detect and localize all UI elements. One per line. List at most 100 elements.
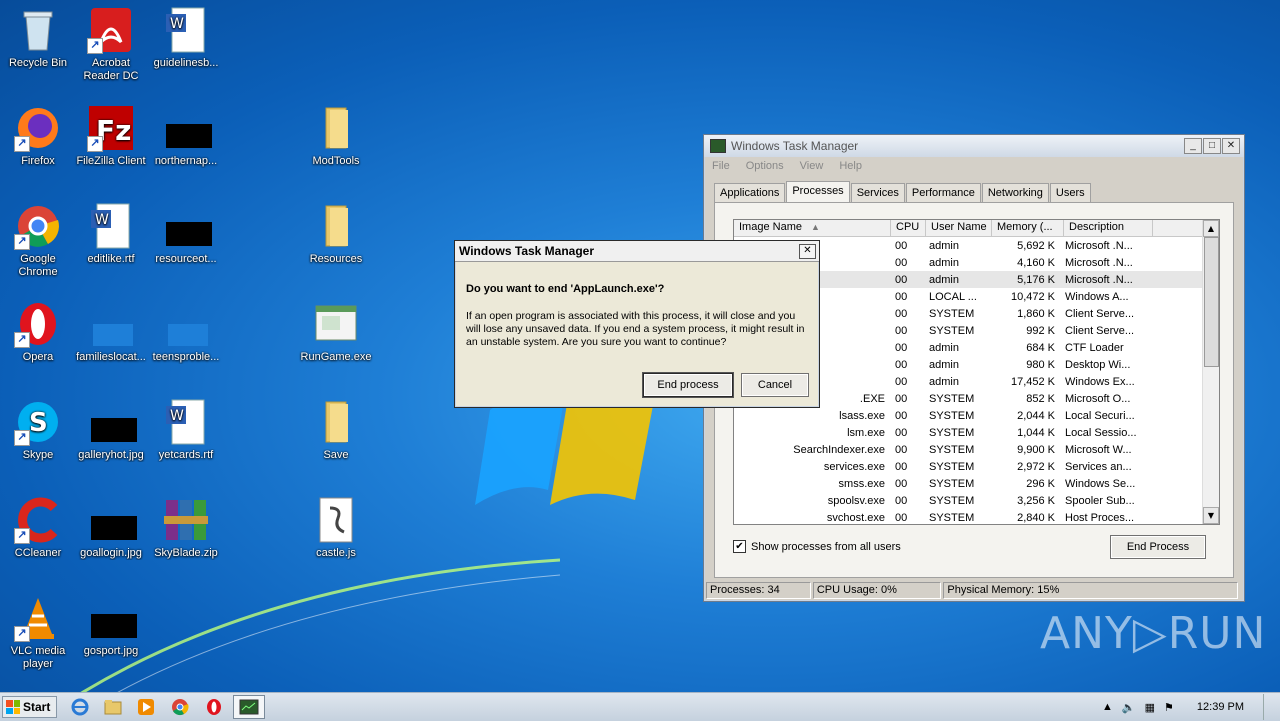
skype-icon: S ↗ bbox=[14, 398, 62, 446]
desktop-icon-teensproble[interactable]: teensproble... bbox=[148, 300, 224, 364]
network-icon[interactable]: ▦ bbox=[1145, 701, 1155, 714]
menu-help[interactable]: Help bbox=[839, 160, 862, 172]
column-cpu[interactable]: CPU bbox=[891, 220, 926, 236]
cell-cpu: 00 bbox=[895, 392, 908, 405]
desktop-icon-galleryhot[interactable]: galleryhot.jpg bbox=[73, 398, 149, 462]
desktop-icon-skype[interactable]: S ↗ Skype bbox=[0, 398, 76, 462]
table-row[interactable]: services.exe 00 SYSTEM 2,972 K Services an..… bbox=[734, 458, 1219, 475]
desktop-icon-label: VLC media player bbox=[10, 645, 66, 670]
table-row[interactable]: lsass.exe 00 SYSTEM 2,044 K Local Securi... bbox=[734, 407, 1219, 424]
table-row[interactable]: lsm.exe 00 SYSTEM 1,044 K Local Sessio... bbox=[734, 424, 1219, 441]
desktop-icon-firefox[interactable]: ↗ Firefox bbox=[0, 104, 76, 168]
vlc-cone-icon: ↗ bbox=[14, 594, 62, 642]
task-manager-taskbar-button[interactable] bbox=[233, 695, 265, 719]
cell-user: SYSTEM bbox=[929, 443, 975, 456]
column-user-name[interactable]: User Name bbox=[926, 220, 992, 236]
desktop-icon-acrobat[interactable]: ↗ Acrobat Reader DC bbox=[73, 6, 149, 83]
desktop-icon-guidelines[interactable]: W guidelinesb... bbox=[148, 6, 224, 70]
vertical-scrollbar[interactable]: ▲ ▼ bbox=[1202, 220, 1219, 524]
column-memory[interactable]: Memory (... bbox=[992, 220, 1064, 236]
desktop-icon-rungame[interactable]: RunGame.exe bbox=[298, 300, 374, 364]
cell-cpu: 00 bbox=[895, 341, 908, 354]
table-row[interactable]: spoolsv.exe 00 SYSTEM 3,256 K Spooler Sub... bbox=[734, 492, 1219, 509]
internet-explorer-icon[interactable] bbox=[70, 697, 90, 717]
desktop-icon-filezilla[interactable]: Fz ↗ FileZilla Client bbox=[73, 104, 149, 168]
table-row[interactable]: smss.exe 00 SYSTEM 296 K Windows Se... bbox=[734, 475, 1219, 492]
cell-mem: 296 K bbox=[1026, 477, 1055, 490]
tab-networking[interactable]: Networking bbox=[981, 183, 1049, 204]
blank-file-icon bbox=[87, 300, 135, 348]
desktop-icon-label: Recycle Bin bbox=[8, 57, 68, 69]
minimize-button[interactable]: _ bbox=[1184, 138, 1202, 154]
volume-icon[interactable]: 🔈 bbox=[1122, 701, 1136, 714]
desktop-icon-ccleaner[interactable]: ↗ CCleaner bbox=[0, 496, 76, 560]
desktop-icon-label: resourceot... bbox=[155, 253, 217, 265]
close-button[interactable]: ✕ bbox=[1222, 138, 1240, 154]
dialog-close-icon[interactable]: ✕ bbox=[799, 244, 816, 259]
cell-cpu: 00 bbox=[895, 256, 908, 269]
desktop-icon-resources[interactable]: Resources bbox=[298, 202, 374, 266]
chrome-icon: ↗ bbox=[14, 202, 62, 250]
tab-services[interactable]: Services bbox=[850, 183, 905, 204]
desktop-icon-editlike[interactable]: W editlike.rtf bbox=[73, 202, 149, 266]
desktop-icon-label: galleryhot.jpg bbox=[78, 449, 144, 461]
desktop-icon-gosport[interactable]: gosport.jpg bbox=[73, 594, 149, 658]
desktop-icon-modtools[interactable]: ModTools bbox=[298, 104, 374, 168]
cancel-button[interactable]: Cancel bbox=[741, 373, 809, 397]
table-row[interactable]: SearchIndexer.exe 00 SYSTEM 9,900 K Microsof… bbox=[734, 441, 1219, 458]
action-center-flag-icon[interactable]: ⚑ bbox=[1164, 701, 1174, 714]
tab-applications[interactable]: Applications bbox=[714, 183, 786, 204]
dialog-titlebar[interactable]: Windows Task Manager bbox=[455, 241, 819, 262]
desktop-icon-northernap[interactable]: northernap... bbox=[148, 104, 224, 168]
scroll-up-arrow-icon[interactable]: ▲ bbox=[1203, 220, 1219, 237]
desktop-icon-familieslocat[interactable]: familieslocat... bbox=[73, 300, 149, 364]
column-image-name[interactable]: Image Name ▲ bbox=[734, 220, 891, 236]
desktop-icon-label: RunGame.exe bbox=[300, 351, 372, 363]
desktop-icon-save[interactable]: Save bbox=[298, 398, 374, 462]
media-player-icon[interactable] bbox=[136, 697, 156, 717]
column-description[interactable]: Description bbox=[1064, 220, 1153, 236]
desktop-icon-chrome[interactable]: ↗ Google Chrome bbox=[0, 202, 76, 279]
desktop-icon-yetcards[interactable]: W yetcards.rtf bbox=[148, 398, 224, 462]
winrar-archive-icon bbox=[162, 496, 210, 544]
scrollbar-thumb[interactable] bbox=[1204, 237, 1219, 367]
menu-options[interactable]: Options bbox=[746, 160, 784, 172]
file-explorer-icon[interactable] bbox=[103, 697, 123, 717]
end-process-button[interactable]: End Process bbox=[1110, 535, 1206, 559]
chrome-taskbar-icon[interactable] bbox=[170, 697, 190, 717]
desktop-icon-goallogin[interactable]: goallogin.jpg bbox=[73, 496, 149, 560]
start-button[interactable]: Start bbox=[2, 696, 57, 718]
menu-file[interactable]: File bbox=[712, 160, 730, 172]
end-process-confirm-button[interactable]: End process bbox=[643, 373, 733, 397]
desktop-icon-castle-js[interactable]: castle.js bbox=[298, 496, 374, 560]
show-hidden-icons-icon[interactable]: ▲ bbox=[1102, 701, 1113, 713]
opera-taskbar-icon[interactable] bbox=[204, 697, 224, 717]
desktop-icon-resourceot[interactable]: resourceot... bbox=[148, 202, 224, 266]
status-memory: Physical Memory: 15% bbox=[943, 582, 1238, 599]
cell-desc: Microsoft .N... bbox=[1065, 239, 1133, 252]
cell-user: admin bbox=[929, 375, 959, 388]
desktop-icon-skyblade[interactable]: SkyBlade.zip bbox=[148, 496, 224, 560]
clock[interactable]: 12:39 PM bbox=[1197, 701, 1244, 713]
maximize-button[interactable]: □ bbox=[1203, 138, 1221, 154]
desktop-icon-recycle-bin[interactable]: Recycle Bin bbox=[0, 6, 76, 70]
scroll-down-arrow-icon[interactable]: ▼ bbox=[1203, 507, 1219, 524]
table-row[interactable]: svchost.exe 00 SYSTEM 2,840 K Host Proces... bbox=[734, 509, 1219, 524]
cell-mem: 1,860 K bbox=[1017, 307, 1055, 320]
menu-view[interactable]: View bbox=[800, 160, 824, 172]
desktop-icon-opera[interactable]: ↗ Opera bbox=[0, 300, 76, 364]
cell-desc: Desktop Wi... bbox=[1065, 358, 1131, 371]
tab-users[interactable]: Users bbox=[1049, 183, 1091, 204]
tab-performance[interactable]: Performance bbox=[905, 183, 981, 204]
desktop-icon-vlc[interactable]: ↗ VLC media player bbox=[0, 594, 76, 671]
cell-desc: Microsoft .N... bbox=[1065, 256, 1133, 269]
cell-name: SearchIndexer.exe bbox=[793, 443, 885, 456]
cell-desc: Microsoft .N... bbox=[1065, 273, 1133, 286]
tab-processes[interactable]: Processes bbox=[786, 181, 850, 202]
desktop-icon-label: Save bbox=[323, 449, 349, 461]
cell-mem: 9,900 K bbox=[1017, 443, 1055, 456]
show-all-users-checkbox[interactable]: ✔ Show processes from all users bbox=[733, 540, 901, 553]
show-desktop-button[interactable] bbox=[1263, 694, 1272, 720]
task-manager-titlebar[interactable]: Windows Task Manager _ □ ✕ bbox=[704, 135, 1244, 157]
cell-cpu: 00 bbox=[895, 290, 908, 303]
